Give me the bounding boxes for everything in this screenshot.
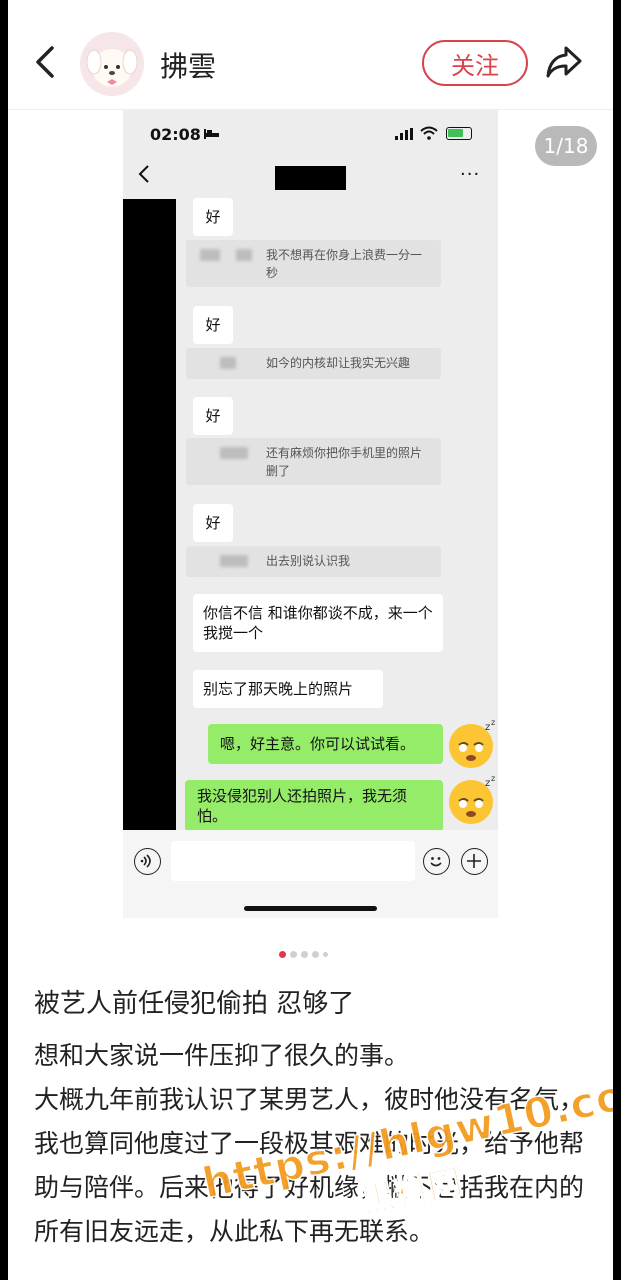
redacted-name <box>220 357 236 369</box>
svg-text:z: z <box>485 722 490 733</box>
username[interactable]: 拂雲 <box>160 45 216 85</box>
wifi-icon <box>420 126 438 140</box>
quote-text: 如今的内核却让我实无兴趣 <box>266 356 411 370</box>
sleepy-face-icon: z z <box>449 774 495 824</box>
plus-icon <box>461 848 488 875</box>
redacted-name <box>200 249 220 261</box>
quote-text: 还有麻烦你把你手机里的照片删了 <box>266 446 423 478</box>
bed-icon <box>204 129 219 139</box>
chat-text-input <box>171 841 415 881</box>
signal-icon <box>395 128 413 140</box>
carousel-dot <box>301 950 308 958</box>
follow-button[interactable]: 关注 <box>422 40 528 86</box>
back-button[interactable] <box>30 44 60 80</box>
redacted-name <box>220 447 248 459</box>
battery-icon <box>446 127 472 140</box>
quoted-message: 我不想再在你身上浪费一分一秒 <box>186 240 441 287</box>
chat-bubble: 好 <box>193 504 233 542</box>
chat-bubble: 好 <box>193 397 233 435</box>
quoted-message: 还有麻烦你把你手机里的照片删了 <box>186 438 441 485</box>
quote-text: 我不想再在你身上浪费一分一秒 <box>266 248 423 280</box>
quoted-message: 出去别说认识我 <box>186 546 441 577</box>
chat-back-icon <box>138 165 149 183</box>
quoted-message: 如今的内核却让我实无兴趣 <box>186 348 441 379</box>
share-button[interactable] <box>544 44 584 80</box>
chat-bubble: 你信不信 和谁你都谈不成，来一个我搅一个 <box>193 594 443 652</box>
sleepy-face-icon: z z <box>449 718 495 768</box>
redacted-chat-title <box>275 166 346 190</box>
carousel-dot <box>312 950 319 958</box>
redacted-name <box>236 249 252 261</box>
status-time: 02:08 <box>150 125 201 144</box>
svg-text:z: z <box>491 774 495 783</box>
more-icon: ··· <box>460 164 481 185</box>
chat-input-bar <box>123 830 498 918</box>
avatar[interactable] <box>80 32 144 96</box>
image-counter: 1/18 <box>535 126 597 166</box>
carousel-dot <box>323 951 328 957</box>
redacted-name <box>220 555 248 567</box>
quote-text: 出去别说认识我 <box>266 554 351 568</box>
post-title: 被艺人前任侵犯偷拍 忍够了 <box>34 989 355 1019</box>
chat-screenshot-image[interactable]: 02:08 ··· 好 我不想再在你身上浪费一分一秒 好 如今的内核却让我实无兴… <box>123 110 498 918</box>
carousel-dots[interactable] <box>279 950 328 958</box>
sent-bubble: 嗯，好主意。你可以试试看。 <box>208 724 443 764</box>
post-header: 拂雲 关注 <box>8 0 613 110</box>
smile-icon <box>423 848 450 875</box>
redacted-avatar-column <box>123 199 176 830</box>
chat-bubble: 别忘了那天晚上的照片 <box>193 670 383 708</box>
chat-bubble: 好 <box>193 198 233 236</box>
home-indicator <box>244 906 377 911</box>
svg-text:z: z <box>491 718 495 727</box>
dog-avatar-icon <box>80 32 144 96</box>
voice-icon <box>134 848 161 875</box>
share-icon <box>546 46 582 78</box>
carousel-dot <box>290 950 297 958</box>
post-page: 拂雲 关注 1/18 02:08 ··· 好 我不想再在你身上浪费一分一秒 好 … <box>8 0 613 1280</box>
svg-text:z: z <box>485 778 490 789</box>
chevron-left-icon <box>36 46 54 78</box>
sent-bubble: 我没侵犯别人还拍照片，我无须怕。 <box>185 780 443 832</box>
carousel-dot-active <box>279 950 286 958</box>
post-body-line: 想和大家说一件压抑了很久的事。 <box>34 1041 410 1070</box>
chat-bubble: 好 <box>193 306 233 344</box>
